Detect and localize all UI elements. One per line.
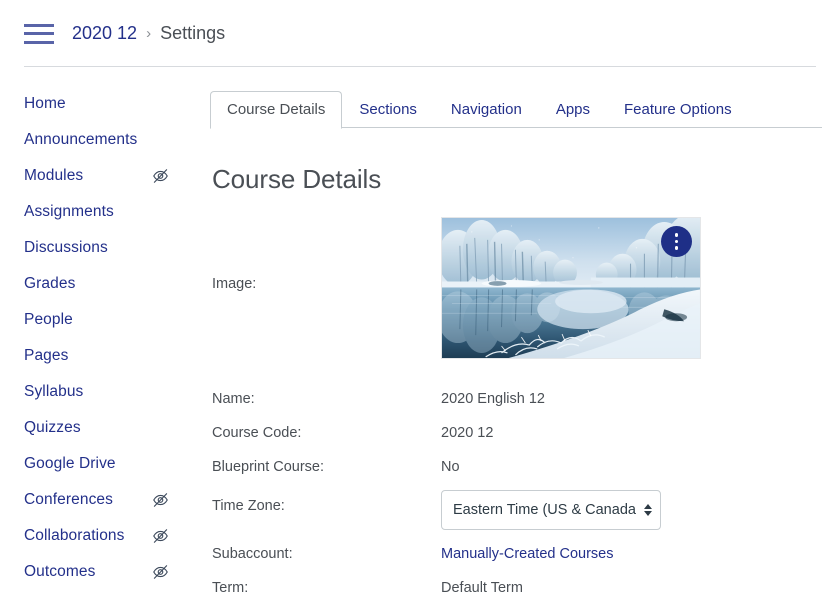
sidebar-item-announcements[interactable]: Announcements: [0, 122, 196, 158]
sidebar-item-people[interactable]: People: [0, 302, 196, 338]
sidebar-item-home[interactable]: Home: [0, 86, 196, 122]
breadcrumb: 2020 12 › Settings: [72, 23, 225, 44]
sidebar-item-conferences[interactable]: Conferences: [0, 482, 196, 518]
tab-navigation[interactable]: Navigation: [434, 91, 539, 128]
sidebar-item-label: Assignments: [24, 203, 114, 221]
subaccount-link[interactable]: Manually-Created Courses: [441, 546, 613, 562]
timezone-select[interactable]: Eastern Time (US & Canada) (-05:00): [441, 490, 661, 530]
sidebar-item-syllabus[interactable]: Syllabus: [0, 374, 196, 410]
timezone-label: Time Zone:: [212, 482, 441, 514]
form-row-subaccount: Subaccount: Manually-Created Courses: [212, 538, 822, 562]
sidebar-item-label: Home: [24, 95, 66, 113]
sidebar-item-label: Modules: [24, 167, 83, 185]
page-title: Course Details: [212, 164, 822, 195]
top-bar: 2020 12 › Settings: [0, 0, 822, 67]
course-image[interactable]: [441, 217, 701, 359]
sidebar-item-label: Collaborations: [24, 527, 125, 545]
sidebar-item-grades[interactable]: Grades: [0, 266, 196, 302]
header-divider: [24, 66, 816, 67]
course-details-form: Image:: [212, 217, 822, 596]
tab-apps[interactable]: Apps: [539, 91, 607, 128]
form-row-image: Image:: [212, 217, 822, 359]
course-code-value: 2020 12: [441, 417, 493, 441]
image-label: Image:: [212, 217, 441, 292]
tab-sections[interactable]: Sections: [342, 91, 434, 128]
blueprint-label: Blueprint Course:: [212, 451, 441, 475]
course-code-label: Course Code:: [212, 417, 441, 441]
eye-off-icon: [152, 564, 169, 581]
sidebar-item-label: Announcements: [24, 131, 137, 149]
sidebar-item-label: Pages: [24, 347, 68, 365]
sidebar-item-pages[interactable]: Pages: [0, 338, 196, 374]
eye-off-icon: [152, 528, 169, 545]
kebab-dot: [675, 246, 679, 250]
kebab-dot: [675, 240, 679, 244]
hamburger-icon[interactable]: [24, 22, 54, 46]
tab-course-details[interactable]: Course Details: [210, 91, 342, 129]
term-value: Default Term: [441, 572, 523, 596]
hamburger-bar: [24, 41, 54, 44]
eye-off-icon: [152, 492, 169, 509]
breadcrumb-separator-icon: ›: [146, 26, 151, 41]
timezone-select-wrapper: Eastern Time (US & Canada) (-05:00): [441, 490, 661, 530]
main-content: Course DetailsSectionsNavigationAppsFeat…: [196, 72, 822, 591]
sidebar-item-label: Syllabus: [24, 383, 83, 401]
form-row-course-code: Course Code: 2020 12: [212, 417, 822, 441]
hamburger-bar: [24, 24, 54, 27]
sidebar-item-label: People: [24, 311, 73, 329]
sidebar-item-quizzes[interactable]: Quizzes: [0, 410, 196, 446]
sidebar-item-label: Conferences: [24, 491, 113, 509]
form-row-term: Term: Default Term: [212, 572, 822, 596]
sidebar-item-outcomes[interactable]: Outcomes: [0, 554, 196, 590]
form-row-timezone: Time Zone: Eastern Time (US & Canada) (-…: [212, 482, 822, 530]
sidebar-item-label: Google Drive: [24, 455, 116, 473]
more-options-icon[interactable]: [661, 226, 692, 257]
tab-feature-options[interactable]: Feature Options: [607, 91, 749, 128]
sidebar-item-label: Outcomes: [24, 563, 95, 581]
breadcrumb-current: Settings: [160, 23, 225, 44]
form-row-name: Name: 2020 English 12: [212, 383, 822, 407]
sidebar-item-google-drive[interactable]: Google Drive: [0, 446, 196, 482]
eye-off-icon: [152, 168, 169, 185]
sidebar-item-collaborations[interactable]: Collaborations: [0, 518, 196, 554]
form-row-blueprint: Blueprint Course: No: [212, 451, 822, 475]
sidebar-item-modules[interactable]: Modules: [0, 158, 196, 194]
blueprint-value: No: [441, 451, 460, 475]
name-label: Name:: [212, 383, 441, 407]
settings-tabbar: Course DetailsSectionsNavigationAppsFeat…: [210, 90, 822, 128]
hamburger-bar: [24, 32, 54, 35]
sidebar-item-label: Discussions: [24, 239, 108, 257]
sidebar-item-label: Quizzes: [24, 419, 81, 437]
breadcrumb-course-link[interactable]: 2020 12: [72, 23, 137, 44]
sidebar-item-assignments[interactable]: Assignments: [0, 194, 196, 230]
name-value: 2020 English 12: [441, 383, 545, 407]
sidebar-item-discussions[interactable]: Discussions: [0, 230, 196, 266]
sidebar-item-label: Grades: [24, 275, 75, 293]
kebab-dot: [675, 233, 679, 237]
subaccount-label: Subaccount:: [212, 538, 441, 562]
course-navigation-sidebar: Home Announcements Modules Assignments Discu…: [0, 86, 196, 590]
term-label: Term:: [212, 572, 441, 596]
